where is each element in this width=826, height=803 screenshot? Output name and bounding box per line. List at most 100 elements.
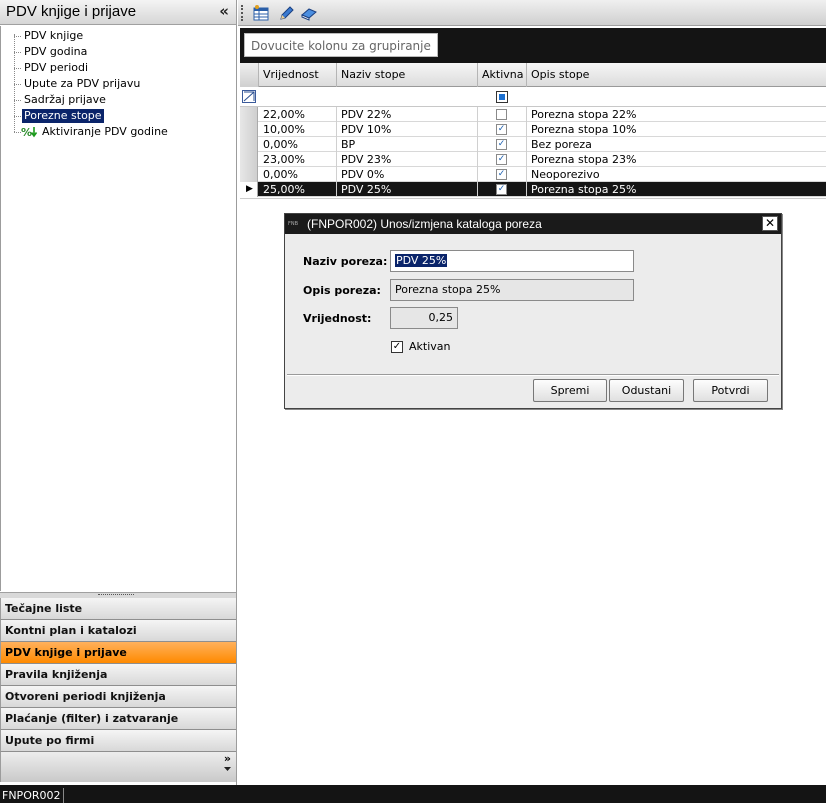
- cell-opis-stope[interactable]: Porezna stopa 10%: [527, 122, 826, 137]
- cell-aktivna[interactable]: ✓: [478, 122, 527, 137]
- cell-naziv-stope[interactable]: PDV 22%: [337, 107, 478, 122]
- cell-naziv-stope[interactable]: PDV 0%: [337, 167, 478, 182]
- tree-item-aktiviranje-pdv-godine[interactable]: Aktiviranje PDV godine: [40, 125, 170, 139]
- column-header-naziv-stope[interactable]: Naziv stope: [337, 63, 478, 87]
- aktivna-checkbox[interactable]: ✓: [496, 124, 507, 135]
- grid-filter-row[interactable]: [240, 88, 826, 107]
- cell-vrijednost[interactable]: 0,00%: [259, 137, 337, 152]
- row-indicator[interactable]: [240, 137, 258, 152]
- cell-vrijednost[interactable]: 22,00%: [259, 107, 337, 122]
- aktivan-label[interactable]: Aktivan: [409, 340, 451, 353]
- cell-aktivna[interactable]: [478, 107, 527, 122]
- grid-header: Vrijednost Naziv stope Aktivna Opis stop…: [240, 63, 826, 87]
- tree-item-pdv-godina[interactable]: PDV godina: [22, 45, 89, 59]
- column-header-aktivna[interactable]: Aktivna: [478, 63, 527, 87]
- dialog-logo: FNB: [288, 221, 299, 227]
- cell-opis-stope[interactable]: Porezna stopa 25%: [527, 182, 826, 197]
- tree-item-pdv-knjige[interactable]: PDV knjige: [22, 29, 85, 43]
- row-indicator[interactable]: [240, 122, 258, 137]
- nav-item-pravila-knjizenja[interactable]: Pravila knjiženja: [0, 664, 236, 686]
- column-header-opis-stope[interactable]: Opis stope: [527, 63, 826, 87]
- tree-item-sadrzaj-prijave[interactable]: Sadržaj prijave: [22, 93, 108, 107]
- nav-item-tecajne-liste[interactable]: Tečajne liste: [0, 598, 236, 620]
- tree-item-upute-za-pdv-prijavu[interactable]: Upute za PDV prijavu: [22, 77, 142, 91]
- potvrdi-button[interactable]: Potvrdi: [693, 379, 768, 402]
- tree-item-pdv-periodi[interactable]: PDV periodi: [22, 61, 90, 75]
- cell-opis-stope[interactable]: Porezna stopa 23%: [527, 152, 826, 167]
- spremi-button[interactable]: Spremi: [533, 379, 607, 402]
- grid-toolbar: [238, 0, 826, 26]
- group-by-area[interactable]: Dovucite kolonu za grupiranje: [240, 28, 826, 63]
- cell-vrijednost[interactable]: 10,00%: [259, 122, 337, 137]
- aktivna-checkbox[interactable]: ✓: [496, 154, 507, 165]
- opis-poreza-input[interactable]: Porezna stopa 25%: [390, 279, 634, 301]
- cell-naziv-stope[interactable]: BP: [337, 137, 478, 152]
- current-row-arrow-icon: ▶: [246, 184, 253, 194]
- table-row[interactable]: 0,00% BP ✓ Bez poreza: [240, 137, 826, 152]
- tree-connector-line: [14, 132, 21, 133]
- odustani-button[interactable]: Odustani: [609, 379, 684, 402]
- column-header-vrijednost[interactable]: Vrijednost: [259, 63, 337, 87]
- tree-connector-line: [14, 68, 21, 69]
- table-row[interactable]: 10,00% PDV 10% ✓ Porezna stopa 10%: [240, 122, 826, 137]
- row-indicator[interactable]: [240, 152, 258, 167]
- cell-opis-stope[interactable]: Porezna stopa 22%: [527, 107, 826, 122]
- collapse-panel-icon[interactable]: «: [219, 2, 229, 20]
- aktivna-checkbox[interactable]: ✓: [496, 139, 507, 150]
- tree-item-porezne-stope[interactable]: Porezne stope: [22, 109, 104, 123]
- left-panel: PDV knjige i prijave « PDV knjige PDV go…: [0, 0, 237, 785]
- aktivan-checkbox[interactable]: ✓: [391, 341, 403, 353]
- row-indicator[interactable]: ▶: [240, 182, 258, 197]
- grid-corner-cell: [240, 63, 259, 87]
- aktivna-checkbox[interactable]: ✓: [496, 169, 507, 180]
- nav-item-upute-po-firmi[interactable]: Upute po firmi: [0, 730, 236, 752]
- row-indicator[interactable]: [240, 167, 258, 182]
- opis-poreza-label: Opis poreza:: [303, 284, 381, 297]
- tree-connector-line: [14, 116, 21, 117]
- nav-item-placanje[interactable]: Plaćanje (filter) i zatvaranje: [0, 708, 236, 730]
- nav-item-kontni-plan[interactable]: Kontni plan i katalozi: [0, 620, 236, 642]
- nav-item-pdv-knjige[interactable]: PDV knjige i prijave: [0, 642, 236, 664]
- grid-settings-icon[interactable]: [252, 4, 270, 22]
- cell-opis-stope[interactable]: Neoporezivo: [527, 167, 826, 182]
- cell-vrijednost[interactable]: 23,00%: [259, 152, 337, 167]
- row-indicator[interactable]: [240, 107, 258, 122]
- cell-vrijednost[interactable]: 0,00%: [259, 167, 337, 182]
- cell-naziv-stope[interactable]: PDV 23%: [337, 152, 478, 167]
- tree-connector-line: [14, 100, 21, 101]
- cell-aktivna[interactable]: ✓: [478, 182, 527, 197]
- tax-rates-grid: Vrijednost Naziv stope Aktivna Opis stop…: [240, 63, 826, 198]
- table-row[interactable]: 0,00% PDV 0% ✓ Neoporezivo: [240, 167, 826, 182]
- nav-more-glyph: »: [223, 752, 231, 765]
- table-row[interactable]: ▶ 25,00% PDV 25% ✓ Porezna stopa 25%: [240, 182, 826, 197]
- eraser-icon[interactable]: [300, 4, 318, 22]
- vrijednost-input[interactable]: 0,25: [390, 307, 458, 329]
- nav-overflow-bar: »: [0, 752, 236, 782]
- nav-more-icon[interactable]: »: [223, 752, 231, 774]
- cell-vrijednost[interactable]: 25,00%: [259, 182, 337, 197]
- table-row[interactable]: 22,00% PDV 22% Porezna stopa 22%: [240, 107, 826, 122]
- group-by-hint: Dovucite kolonu za grupiranje: [244, 33, 438, 57]
- app-window: PDV knjige i prijave « PDV knjige PDV go…: [0, 0, 826, 803]
- cell-naziv-stope[interactable]: PDV 10%: [337, 122, 478, 137]
- naziv-poreza-input[interactable]: PDV 25%: [390, 250, 634, 272]
- aktivna-checkbox[interactable]: [496, 109, 507, 120]
- dialog-title-bar[interactable]: FNB (FNPOR002) Unos/izmjena kataloga por…: [285, 214, 781, 234]
- cell-aktivna[interactable]: ✓: [478, 167, 527, 182]
- status-bar: FNPOR002: [0, 785, 826, 803]
- filter-aktivna-checkbox[interactable]: [496, 91, 508, 103]
- cell-opis-stope[interactable]: Bez poreza: [527, 137, 826, 152]
- aktivna-checkbox[interactable]: ✓: [496, 184, 507, 195]
- filter-row-icon[interactable]: [242, 90, 256, 103]
- nav-item-otvoreni-periodi[interactable]: Otvoreni periodi knjiženja: [0, 686, 236, 708]
- close-icon[interactable]: ✕: [762, 216, 778, 231]
- tree-connector-line: [14, 84, 21, 85]
- cell-aktivna[interactable]: ✓: [478, 152, 527, 167]
- splitter-grip-icon: [98, 594, 134, 596]
- grid-rows: 22,00% PDV 22% Porezna stopa 22% 10,00% PDV …: [240, 107, 826, 197]
- cell-naziv-stope[interactable]: PDV 25%: [337, 182, 478, 197]
- edit-pencil-icon[interactable]: [278, 4, 296, 22]
- table-row[interactable]: 23,00% PDV 23% ✓ Porezna stopa 23%: [240, 152, 826, 167]
- cell-aktivna[interactable]: ✓: [478, 137, 527, 152]
- dialog-separator: [287, 374, 779, 376]
